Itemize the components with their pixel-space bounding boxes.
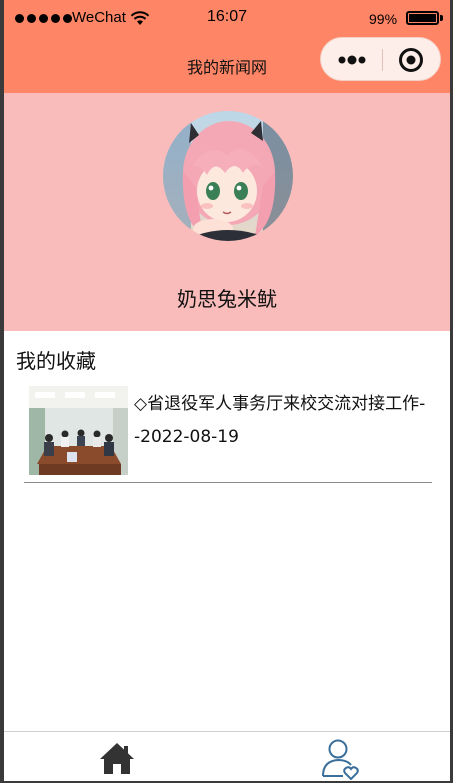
tab-bar xyxy=(4,731,450,781)
profile-section: 奶思兔米鱿 xyxy=(4,93,450,331)
status-bar: WeChat 16:07 99% xyxy=(4,0,450,38)
more-icon[interactable] xyxy=(338,53,368,67)
capsule-divider xyxy=(382,49,383,71)
battery-cap xyxy=(440,15,443,21)
anime-avatar-image xyxy=(163,111,293,241)
news-thumbnail xyxy=(29,386,128,475)
username: 奶思兔米鱿 xyxy=(177,287,277,311)
battery-percentage: 99% xyxy=(369,11,398,27)
user-heart-icon xyxy=(322,739,359,781)
target-icon[interactable] xyxy=(398,47,424,73)
app-frame: WeChat 16:07 99% 我的新闻网 奶思兔米鱿 我的收藏 ◇省退役军人… xyxy=(0,0,453,783)
home-icon xyxy=(100,743,134,774)
mini-program-capsule xyxy=(320,37,441,81)
tab-home[interactable] xyxy=(94,736,140,780)
top-header: WeChat 16:07 99% 我的新闻网 xyxy=(4,0,450,93)
battery-level-fill xyxy=(409,14,436,22)
tab-profile[interactable] xyxy=(317,736,363,781)
favorite-news-item[interactable]: ◇省退役军人事务厅来校交流对接工作--2022-08-19 xyxy=(24,384,432,483)
news-title: ◇省退役军人事务厅来校交流对接工作--2022-08-19 xyxy=(134,394,426,447)
favorites-heading: 我的收藏 xyxy=(16,349,96,373)
avatar[interactable] xyxy=(163,111,293,241)
meeting-room-photo xyxy=(29,386,128,475)
battery-icon xyxy=(406,11,439,25)
